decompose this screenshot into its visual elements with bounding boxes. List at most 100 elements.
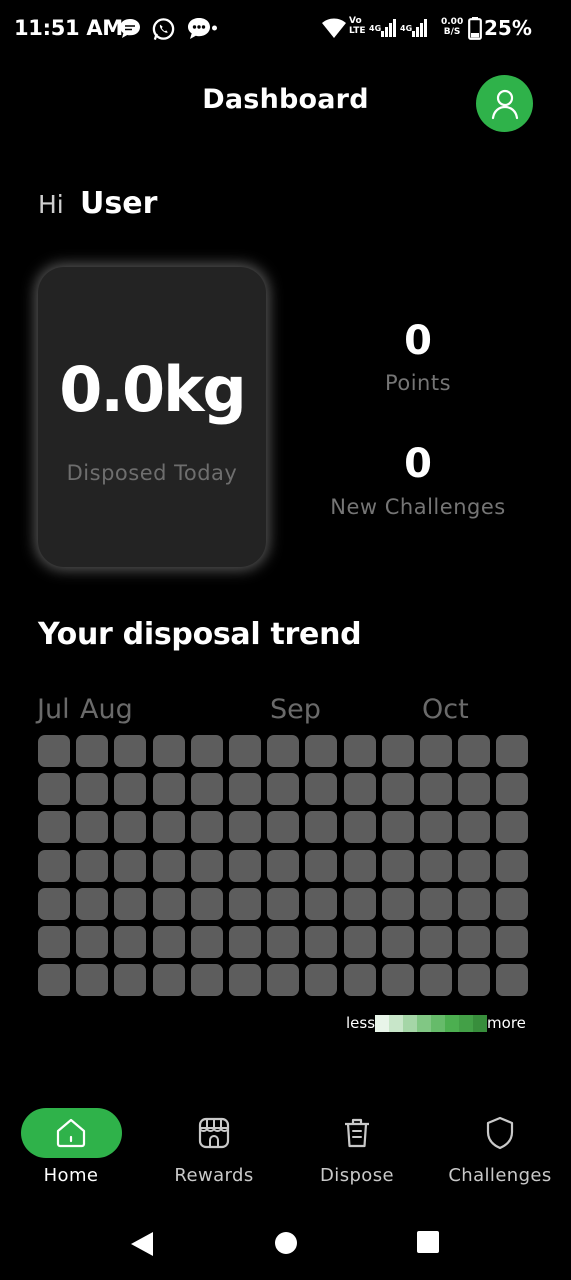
heatmap-cell xyxy=(458,850,490,882)
heatmap-cell xyxy=(458,735,490,767)
heatmap-cell xyxy=(191,926,223,958)
heatmap-cell xyxy=(153,735,185,767)
legend-swatch xyxy=(403,1014,418,1032)
nav-rewards[interactable]: Rewards xyxy=(143,1098,285,1198)
heatmap-cell xyxy=(344,888,376,920)
month-label-aug: Aug xyxy=(80,694,133,725)
heatmap-cell xyxy=(305,926,337,958)
heatmap-cell xyxy=(38,926,70,958)
heatmap-cell xyxy=(114,773,146,805)
status-bar: 11:51 AM Vo LTE 4G 4G 0.00 B/S 25% xyxy=(0,0,571,58)
heatmap-cell xyxy=(458,811,490,843)
heatmap-cell xyxy=(305,773,337,805)
wifi-icon xyxy=(322,18,346,38)
message-dots-icon xyxy=(188,18,217,39)
nav-challenges[interactable]: Challenges xyxy=(429,1098,571,1198)
heatmap-cell xyxy=(153,850,185,882)
heatmap-cell xyxy=(76,888,108,920)
heatmap-cell xyxy=(114,850,146,882)
heatmap-cell xyxy=(153,811,185,843)
status-time: 11:51 AM xyxy=(14,16,123,40)
heatmap-cell xyxy=(153,773,185,805)
heatmap-cell xyxy=(76,811,108,843)
heatmap-cell xyxy=(382,773,414,805)
user-icon xyxy=(491,89,518,119)
heatmap-cell xyxy=(267,850,299,882)
heatmap-cell xyxy=(496,773,528,805)
battery-percent: 25% xyxy=(484,16,532,40)
battery-icon xyxy=(468,17,482,40)
heatmap-cell xyxy=(267,773,299,805)
heatmap-cell xyxy=(382,811,414,843)
heatmap-cell xyxy=(305,811,337,843)
bottom-navigation: Home Rewards Dispose Challenges xyxy=(0,1098,571,1198)
points-label: Points xyxy=(384,371,452,395)
legend-less-label: less xyxy=(346,1014,376,1032)
nav-dispose[interactable]: Dispose xyxy=(286,1098,428,1198)
heatmap-cell xyxy=(305,735,337,767)
heatmap-cell xyxy=(344,850,376,882)
heatmap-cell xyxy=(38,888,70,920)
heatmap-cell xyxy=(76,926,108,958)
recents-icon[interactable] xyxy=(416,1230,440,1254)
network-speed: 0.00 B/S xyxy=(441,17,464,37)
chat-bubble-icon xyxy=(120,19,140,38)
heatmap-cell xyxy=(496,888,528,920)
svg-text:4G: 4G xyxy=(400,24,412,33)
month-label-oct: Oct xyxy=(422,694,469,725)
heatmap-cell xyxy=(496,964,528,996)
heatmap-cell xyxy=(76,773,108,805)
home-button-icon[interactable] xyxy=(273,1230,299,1256)
heatmap-cell xyxy=(229,964,261,996)
new-challenges-label: New Challenges xyxy=(330,495,506,519)
heatmap-cell xyxy=(382,850,414,882)
new-challenges-value: 0 xyxy=(404,441,432,487)
heatmap-cell xyxy=(267,811,299,843)
heatmap-cell xyxy=(267,964,299,996)
legend-gradient xyxy=(375,1014,488,1032)
heatmap-cell xyxy=(458,964,490,996)
nav-home[interactable]: Home xyxy=(0,1098,142,1198)
heatmap-cell xyxy=(420,735,452,767)
heatmap-cell xyxy=(38,850,70,882)
disposed-today-card: 0.0kg Disposed Today xyxy=(38,267,266,567)
heatmap-cell xyxy=(267,735,299,767)
heatmap-cell xyxy=(458,926,490,958)
store-icon xyxy=(198,1117,230,1149)
heatmap-cell xyxy=(191,888,223,920)
network-type: Vo LTE xyxy=(349,16,366,36)
heatmap-cell xyxy=(458,888,490,920)
heatmap-cell xyxy=(267,926,299,958)
heatmap-cell xyxy=(229,735,261,767)
heatmap-cell xyxy=(382,888,414,920)
profile-button[interactable] xyxy=(476,75,533,132)
heatmap-cell xyxy=(344,964,376,996)
legend-swatch xyxy=(431,1014,446,1032)
heatmap-cell xyxy=(267,888,299,920)
heatmap-cell xyxy=(38,735,70,767)
heatmap-cell xyxy=(191,811,223,843)
heatmap-cell xyxy=(229,811,261,843)
back-icon[interactable] xyxy=(129,1230,155,1258)
heatmap-cell xyxy=(229,888,261,920)
heatmap-cell xyxy=(229,850,261,882)
heatmap-cell xyxy=(496,850,528,882)
heatmap-cell xyxy=(229,773,261,805)
signal-strength-icon: 4G 4G xyxy=(369,19,427,37)
shield-icon xyxy=(486,1116,514,1150)
month-label-jul: Jul xyxy=(37,694,70,725)
heatmap-cell xyxy=(344,773,376,805)
svg-text:4G: 4G xyxy=(369,24,381,33)
whatsapp-icon xyxy=(152,18,175,40)
heatmap-cell xyxy=(153,964,185,996)
heatmap-cell xyxy=(38,964,70,996)
heatmap-cell xyxy=(344,811,376,843)
legend-swatch xyxy=(445,1014,460,1032)
heatmap-legend: less more xyxy=(346,1014,526,1032)
heatmap-cell xyxy=(76,735,108,767)
legend-swatch xyxy=(389,1014,404,1032)
heatmap-cell xyxy=(76,850,108,882)
legend-more-label: more xyxy=(487,1014,526,1032)
heatmap-cell xyxy=(420,773,452,805)
heatmap-cell xyxy=(496,926,528,958)
